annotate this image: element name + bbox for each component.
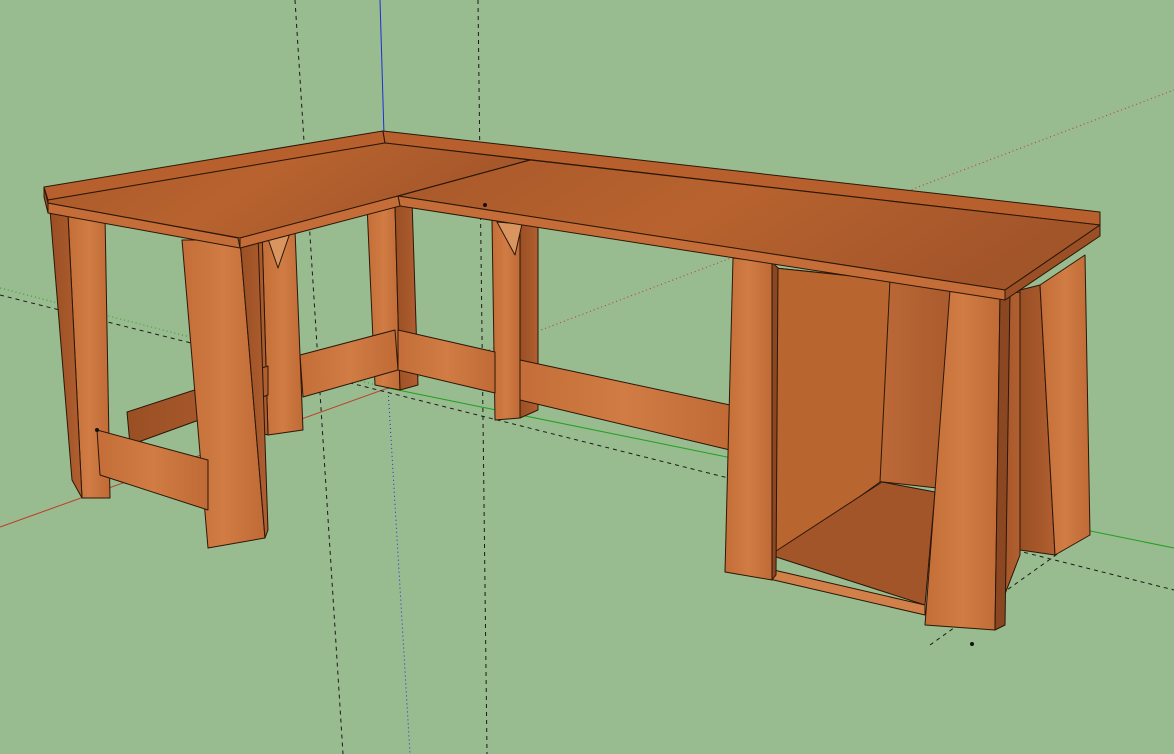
left-wing[interactable] — [43, 186, 419, 549]
cabinet-front-left-leg — [724, 257, 773, 581]
left-back-leg — [261, 229, 304, 436]
endpoint-marker — [970, 642, 974, 646]
endpoint-marker — [95, 428, 99, 432]
modeling-viewport[interactable] — [0, 0, 1174, 754]
blue-axis-solid — [379, 0, 385, 136]
blue-axis-dotted — [387, 387, 411, 754]
endpoint-marker — [483, 203, 487, 207]
scene-canvas[interactable] — [0, 0, 1174, 754]
left-front-stretcher — [96, 429, 209, 511]
